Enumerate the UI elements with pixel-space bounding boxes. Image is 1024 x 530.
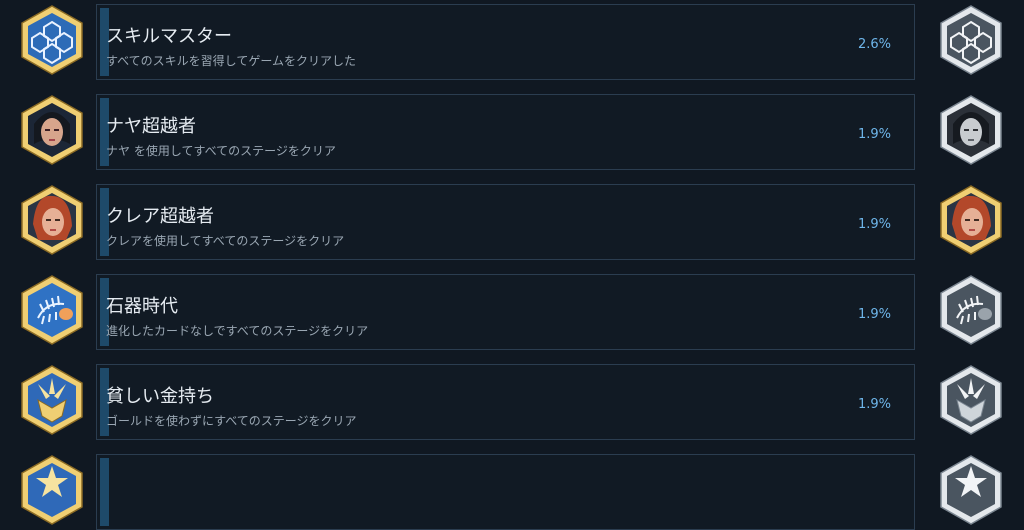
achievement-title: ナヤ超越者 xyxy=(106,116,196,137)
star-burst-icon xyxy=(16,454,88,526)
achievement-card: 貧しい金持ち ゴールドを使わずにすべてのステージをクリア 1.9% xyxy=(96,364,915,440)
achievement-row: クレア超越者 クレアを使用してすべてのステージをクリア 1.9% xyxy=(0,180,1024,260)
unlock-percentage: 2.6% xyxy=(857,37,891,52)
achievement-title: 貧しい金持ち xyxy=(106,386,214,407)
achievement-description: ゴールドを使わずにすべてのステージをクリア xyxy=(106,414,357,428)
achievement-card: ナヤ超越者 ナヤ を使用してすべてのステージをクリア 1.9% xyxy=(96,94,915,170)
achievement-title: 石器時代 xyxy=(106,296,178,317)
achievement-description: クレアを使用してすべてのステージをクリア xyxy=(106,234,345,248)
unlock-percentage: 1.9% xyxy=(857,217,891,232)
crest-burst-icon xyxy=(935,364,1007,436)
fish-skeleton-icon xyxy=(16,274,88,346)
achievement-row xyxy=(0,450,1024,530)
unlock-percentage: 1.9% xyxy=(857,397,891,412)
claire-portrait-icon xyxy=(935,184,1007,256)
achievement-title: クレア超越者 xyxy=(106,206,214,227)
crest-burst-icon xyxy=(16,364,88,436)
claire-portrait-icon xyxy=(16,184,88,256)
achievement-row: ナヤ超越者 ナヤ を使用してすべてのステージをクリア 1.9% xyxy=(0,90,1024,170)
achievement-card: クレア超越者 クレアを使用してすべてのステージをクリア 1.9% xyxy=(96,184,915,260)
achievement-row: 石器時代 進化したカードなしですべてのステージをクリア 1.9% xyxy=(0,270,1024,350)
hexagon-pattern-icon xyxy=(16,4,88,76)
achievement-card: スキルマスター すべてのスキルを習得してゲームをクリアした 2.6% xyxy=(96,4,915,80)
progress-fill xyxy=(100,458,109,526)
unlock-percentage: 1.9% xyxy=(857,307,891,322)
achievement-description: 進化したカードなしですべてのステージをクリア xyxy=(106,324,369,338)
progress-bar xyxy=(100,458,109,526)
achievement-row: スキルマスター すべてのスキルを習得してゲームをクリアした 2.6% xyxy=(0,0,1024,80)
achievement-description: すべてのスキルを習得してゲームをクリアした xyxy=(106,54,356,68)
unlock-percentage: 1.9% xyxy=(857,127,891,142)
naya-portrait-icon xyxy=(935,94,1007,166)
achievement-row: 貧しい金持ち ゴールドを使わずにすべてのステージをクリア 1.9% xyxy=(0,360,1024,440)
achievement-card: 石器時代 進化したカードなしですべてのステージをクリア 1.9% xyxy=(96,274,915,350)
achievement-title: スキルマスター xyxy=(106,26,232,47)
naya-portrait-icon xyxy=(16,94,88,166)
hexagon-pattern-icon xyxy=(935,4,1007,76)
fish-skeleton-icon xyxy=(935,274,1007,346)
star-burst-icon xyxy=(935,454,1007,526)
achievement-card xyxy=(96,454,915,530)
achievement-description: ナヤ を使用してすべてのステージをクリア xyxy=(106,144,336,158)
